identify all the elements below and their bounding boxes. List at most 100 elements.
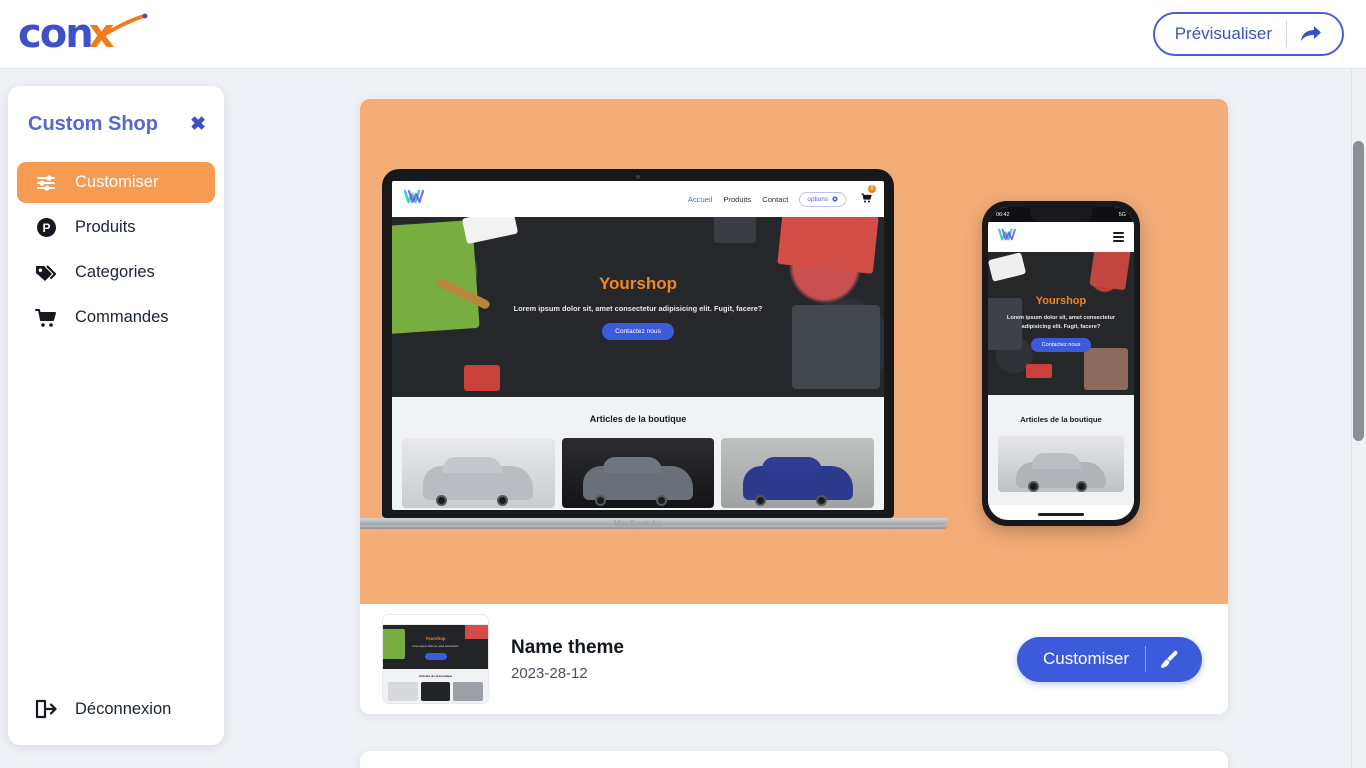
phone-notch	[1030, 207, 1092, 222]
svg-text:P: P	[42, 221, 50, 235]
phone-hero-content: Yourshop Lorem ipsum dolor sit, amet con…	[988, 252, 1134, 395]
share-arrow-icon[interactable]	[1287, 25, 1336, 43]
app-logo: con x	[18, 11, 148, 57]
device-preview-stage: Accueil Produits Contact options 0 Yours…	[360, 99, 1228, 604]
phone-hero-subtitle: Lorem ipsum dolor sit, amet consectetur …	[1006, 314, 1116, 330]
sidebar-item-label: Customiser	[75, 173, 159, 191]
phone-hero-cta-button[interactable]: Contactez nous	[1030, 338, 1092, 353]
phone-products-section: Articles de la boutique	[988, 395, 1134, 505]
thumb-product-card	[420, 682, 451, 701]
sidebar-item-customiser[interactable]: Customiser	[17, 162, 215, 203]
phone-mockup: 06:42 5G Yourshop Lorem ipsum dolor sit,…	[982, 201, 1140, 526]
phone-site-hero: Yourshop Lorem ipsum dolor sit, amet con…	[988, 252, 1134, 395]
page-scrollbar-thumb[interactable]	[1353, 141, 1364, 441]
close-icon[interactable]: ✖	[190, 115, 206, 134]
cart-badge: 0	[868, 185, 876, 193]
nav-link-produits[interactable]: Produits	[723, 195, 751, 204]
thumb-hero-title: Yourshop	[425, 636, 446, 641]
sidebar: Custom Shop ✖ Customiser P Produits Cate…	[8, 86, 224, 745]
site-products-section: Articles de la boutique	[392, 397, 884, 510]
phone-products-title: Articles de la boutique	[1020, 415, 1102, 424]
phone-product-card[interactable]	[998, 436, 1124, 492]
product-circle-p-icon: P	[35, 217, 57, 239]
w-logo-icon	[997, 228, 1016, 247]
thumb-products: Articles de la boutique	[383, 669, 488, 703]
phone-home-indicator	[1038, 513, 1084, 516]
options-pill-button[interactable]: options	[799, 191, 846, 207]
product-card[interactable]	[721, 438, 875, 508]
sidebar-title: Custom Shop	[28, 112, 158, 135]
options-pill-label: options	[807, 195, 828, 203]
app-root: con x Prévisualiser Custom Shop ✖ Custom…	[0, 0, 1366, 768]
site-hero-title: Yourshop	[598, 274, 678, 293]
theme-meta: Name theme 2023-28-12	[511, 637, 995, 682]
sidebar-header: Custom Shop ✖	[8, 104, 224, 144]
car-wheel	[496, 495, 508, 506]
sidebar-item-produits[interactable]: P Produits	[17, 207, 215, 248]
thumb-products-row	[383, 678, 488, 701]
site-hero-content: Yourshop Lorem ipsum dolor sit, amet con…	[392, 217, 884, 397]
customize-theme-button[interactable]: Customiser	[1017, 636, 1202, 682]
thumb-navbar	[383, 615, 488, 625]
shopping-cart-icon	[35, 307, 57, 329]
thumb-hero: Yourshop Lorem ipsum dolor sit, amet con…	[383, 625, 488, 669]
page-scrollbar-track[interactable]	[1351, 69, 1366, 768]
site-products-row	[392, 424, 884, 508]
cart-icon	[861, 193, 872, 203]
phone-screen: 06:42 5G Yourshop Lorem ipsum dolor sit,…	[988, 207, 1134, 520]
sidebar-item-categories[interactable]: Categories	[17, 252, 215, 293]
hamburger-icon[interactable]	[1113, 232, 1124, 242]
gear-icon	[832, 196, 838, 202]
logo-text: con	[18, 11, 94, 57]
preview-button[interactable]: Prévisualiser	[1152, 12, 1344, 56]
thumb-hero-subtitle: Lorem ipsum dolor sit, amet consectetur.	[412, 645, 459, 648]
site-hero: Yourshop Lorem ipsum dolor sit, amet con…	[392, 217, 884, 397]
paintbrush-icon[interactable]	[1146, 649, 1194, 670]
status-time: 06:42	[996, 211, 1010, 218]
logout-button[interactable]: Déconnexion	[8, 689, 224, 729]
car-wheel	[1076, 481, 1088, 492]
car-wheel	[1028, 481, 1040, 492]
product-card[interactable]	[561, 438, 715, 508]
theme-card-footer: Yourshop Lorem ipsum dolor sit, amet con…	[360, 604, 1228, 714]
laptop-screen: Accueil Produits Contact options 0 Yours…	[392, 181, 884, 510]
sidebar-item-label: Produits	[75, 218, 136, 236]
sidebar-menu: Customiser P Produits Categories Command…	[8, 162, 224, 338]
sidebar-item-label: Commandes	[75, 308, 169, 326]
theme-date: 2023-28-12	[511, 664, 588, 682]
nav-link-accueil[interactable]: Accueil	[688, 195, 712, 204]
laptop-lid: Accueil Produits Contact options 0 Yours…	[382, 169, 894, 518]
status-network-label: 5G	[1118, 211, 1126, 218]
site-hero-cta-button[interactable]: Contactez nous	[602, 323, 674, 340]
logout-label: Déconnexion	[75, 699, 172, 718]
site-hero-subtitle: Lorem ipsum dolor sit, amet consectetur …	[513, 304, 763, 313]
thumb-product-card	[388, 682, 418, 701]
theme-thumbnail[interactable]: Yourshop Lorem ipsum dolor sit, amet con…	[382, 614, 489, 704]
car-wheel	[595, 495, 607, 506]
nav-link-contact[interactable]: Contact	[762, 195, 788, 204]
laptop-device-label: MacBook Air	[613, 519, 663, 528]
logout-icon	[35, 698, 57, 720]
laptop-mockup: Accueil Produits Contact options 0 Yours…	[360, 169, 948, 529]
logo-swoosh-icon	[96, 13, 148, 39]
customize-button-label: Customiser	[1043, 649, 1129, 668]
sliders-icon	[35, 172, 57, 194]
site-cart-button[interactable]: 0	[861, 185, 876, 208]
phone-hero-title: Yourshop	[1035, 294, 1087, 307]
preview-button-label: Prévisualiser	[1174, 24, 1272, 43]
site-navbar: Accueil Produits Contact options 0	[392, 181, 884, 217]
car-wheel	[656, 495, 668, 506]
thumb-decor-green	[383, 629, 405, 659]
theme-preview-card: Accueil Produits Contact options 0 Yours…	[360, 99, 1228, 714]
car-wheel	[754, 495, 766, 506]
next-theme-card[interactable]	[360, 751, 1228, 768]
car-wheel	[816, 495, 827, 506]
thumb-product-card	[453, 682, 484, 701]
sidebar-item-commandes[interactable]: Commandes	[17, 297, 215, 338]
theme-name: Name theme	[511, 636, 624, 658]
w-logo-icon	[403, 189, 425, 209]
car-wheel	[435, 495, 447, 506]
sidebar-item-label: Categories	[75, 263, 155, 281]
thumb-hero-button	[424, 653, 447, 660]
product-card[interactable]	[402, 438, 555, 508]
